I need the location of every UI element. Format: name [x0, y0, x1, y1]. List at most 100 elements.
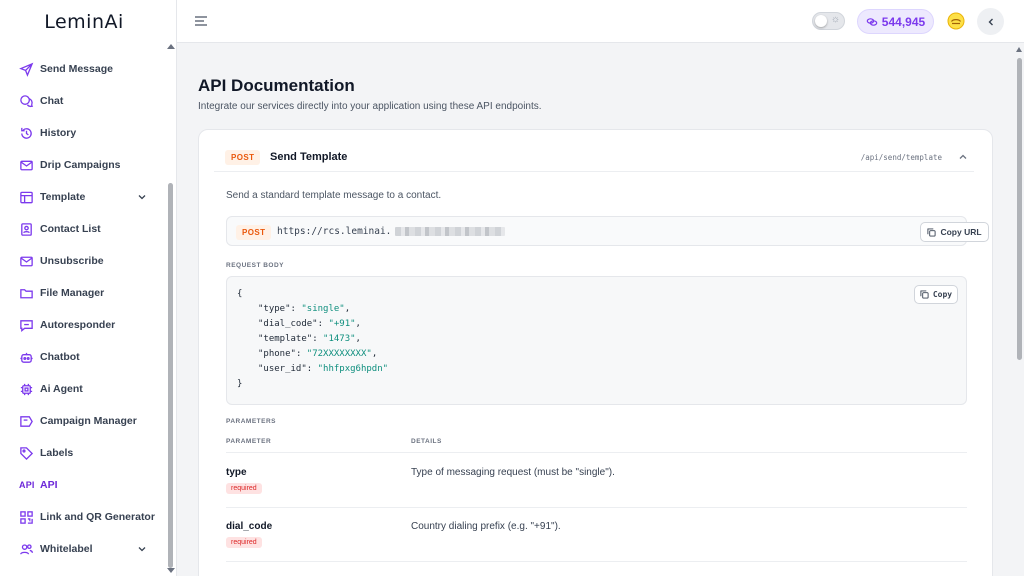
send-icon	[19, 62, 34, 77]
history-icon	[19, 126, 34, 141]
code-trail: ,	[344, 304, 351, 314]
parameter-details: Type of messaging request (must be "sing…	[411, 467, 615, 478]
sidebar-item-link-qr-generator[interactable]: Link and QR Generator	[0, 501, 165, 533]
parameter-name: type	[226, 467, 247, 478]
chevron-left-icon	[988, 18, 993, 25]
code-value: "single"	[301, 304, 345, 314]
code-value: "+91"	[328, 319, 356, 329]
sidebar-item-labels[interactable]: Labels	[0, 437, 165, 469]
endpoint-description: Send a standard template message to a co…	[226, 190, 442, 201]
code-key: "phone"	[258, 349, 296, 359]
code-key: "type"	[258, 304, 291, 314]
sidebar-item-label: Send Message	[40, 63, 113, 75]
sidebar-item-label: Whitelabel	[40, 543, 93, 555]
column-header-parameter: PARAMETER	[226, 438, 272, 445]
endpoint-header[interactable]: POST Send Template /api/send/template	[214, 142, 974, 172]
sidebar-item-campaign-manager[interactable]: Campaign Manager	[0, 405, 165, 437]
sidebar-item-send-message[interactable]: Send Message	[0, 53, 165, 85]
qr-icon	[19, 510, 34, 525]
users-icon	[19, 542, 34, 557]
scroll-up-arrow-icon[interactable]	[1016, 47, 1022, 52]
sidebar-item-chat[interactable]: Chat	[0, 85, 165, 117]
sidebar-item-contact-list[interactable]: Contact List	[0, 213, 165, 245]
chevron-down-icon[interactable]	[137, 192, 147, 202]
redacted-url-segment	[395, 227, 506, 236]
code-key: "user_id"	[258, 364, 307, 374]
page-title: API Documentation	[198, 76, 355, 95]
chip-icon	[19, 382, 34, 397]
folder-icon	[19, 286, 34, 301]
sidebar-item-autoresponder[interactable]: Autoresponder	[0, 309, 165, 341]
sidebar-scroll-thumb[interactable]	[168, 183, 173, 568]
endpoint-path: /api/send/template	[860, 153, 942, 162]
copy-url-button[interactable]: Copy URL	[920, 222, 989, 242]
parameters-label: PARAMETERS	[226, 418, 277, 425]
theme-toggle[interactable]: ☼	[812, 12, 845, 30]
sidebar-item-label: Autoresponder	[40, 319, 116, 331]
app-logo[interactable]: LeminAi	[0, 0, 176, 43]
chevron-down-icon[interactable]	[137, 544, 147, 554]
credits-value: 544,945	[881, 14, 926, 29]
copy-body-label: Copy	[932, 290, 953, 299]
sidebar-item-whitelabel[interactable]: Whitelabel	[0, 533, 165, 565]
sidebar-item-label: Link and QR Generator	[40, 511, 155, 523]
sidebar-item-unsubscribe[interactable]: Unsubscribe	[0, 245, 165, 277]
sidebar-item-label: Labels	[40, 447, 74, 459]
api-icon: API	[19, 480, 35, 490]
sidebar-item-file-manager[interactable]: File Manager	[0, 277, 165, 309]
code-sep: :	[312, 334, 324, 344]
code-sep: :	[290, 304, 302, 314]
column-header-details: DETAILS	[411, 438, 442, 445]
reward-icon[interactable]	[947, 12, 965, 30]
sun-icon: ☼	[830, 14, 840, 25]
sidebar-item-chatbot[interactable]: Chatbot	[0, 341, 165, 373]
endpoint-title: Send Template	[270, 151, 348, 163]
table-divider	[226, 561, 967, 562]
endpoint-url-text: https://rcs.leminai.	[277, 226, 392, 237]
sidebar-item-history[interactable]: History	[0, 117, 165, 149]
copy-body-button[interactable]: Copy	[914, 285, 958, 304]
code-trail: ,	[371, 349, 378, 359]
table-divider	[226, 452, 967, 453]
sidebar-item-template[interactable]: Template	[0, 181, 165, 213]
sidebar-scrollbar[interactable]	[166, 43, 176, 576]
copy-url-label: Copy URL	[940, 227, 982, 237]
top-header: ☼ 544,945	[177, 0, 1024, 43]
endpoint-url: https://rcs.leminai.	[277, 226, 506, 237]
required-badge: required	[226, 537, 262, 548]
scroll-up-arrow-icon[interactable]	[167, 44, 175, 49]
page-scroll-thumb[interactable]	[1017, 58, 1022, 360]
endpoint-card: POST Send Template /api/send/template Se…	[198, 129, 993, 576]
sidebar-item-label: Template	[40, 191, 86, 203]
main-content: API Documentation Integrate our services…	[177, 44, 1015, 576]
mail-icon	[19, 158, 34, 173]
code-line-phone: "phone": "72XXXXXXXX",	[258, 349, 377, 359]
endpoint-url-box: POST https://rcs.leminai. Copy URL	[226, 216, 989, 246]
copy-icon	[920, 290, 929, 299]
scroll-down-arrow-icon[interactable]	[167, 568, 175, 573]
menu-toggle-icon[interactable]	[194, 14, 208, 28]
sidebar-item-label: Contact List	[40, 223, 101, 235]
code-key: "template"	[258, 334, 313, 344]
chevron-up-icon[interactable]	[958, 152, 968, 162]
page-subtitle: Integrate our services directly into you…	[198, 101, 542, 112]
collapse-panel-button[interactable]	[977, 8, 1004, 35]
code-sep: :	[306, 364, 318, 374]
table-divider	[226, 507, 967, 508]
request-body-label: REQUEST BODY	[226, 262, 285, 269]
sidebar-item-label: Drip Campaigns	[40, 159, 121, 171]
page-scrollbar[interactable]	[1015, 44, 1024, 576]
coins-icon	[866, 17, 878, 26]
sidebar-item-label: File Manager	[40, 287, 105, 299]
sidebar-item-label: Chatbot	[40, 351, 80, 363]
credits-badge[interactable]: 544,945	[857, 9, 934, 34]
sidebar-item-drip-campaigns[interactable]: Drip Campaigns	[0, 149, 165, 181]
sidebar-item-ai-agent[interactable]: Ai Agent	[0, 373, 165, 405]
template-icon	[19, 190, 34, 205]
code-close-brace: }	[237, 379, 243, 389]
campaign-icon	[19, 414, 34, 429]
code-line-type: "type": "single",	[258, 304, 350, 314]
sidebar-item-api[interactable]: API API	[0, 469, 165, 501]
parameter-name: dial_code	[226, 521, 273, 532]
code-open-brace: {	[237, 289, 243, 299]
